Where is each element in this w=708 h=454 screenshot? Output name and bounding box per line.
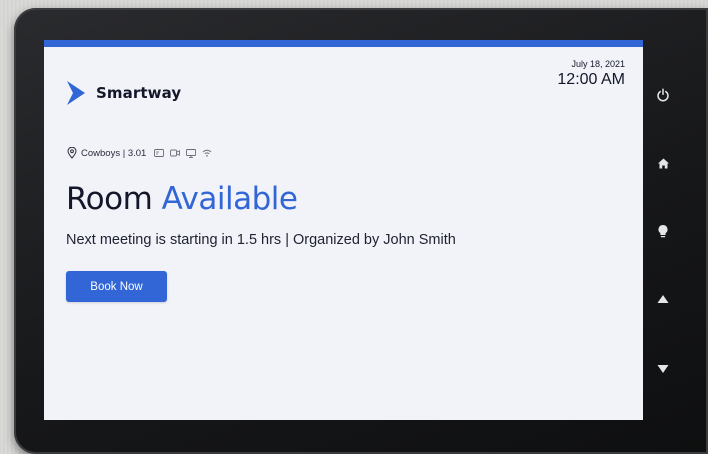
book-now-button[interactable]: Book Now (66, 271, 167, 302)
arrow-down-icon (657, 365, 669, 373)
current-date: July 18, 2021 (571, 59, 625, 69)
brand-name: Smartway (96, 84, 182, 102)
next-meeting-info: Next meeting is starting in 1.5 hrs | Or… (66, 232, 456, 248)
chevron-right-icon (67, 81, 85, 105)
video-camera-icon (170, 149, 181, 157)
accent-top-bar (44, 40, 643, 47)
home-button[interactable] (654, 154, 672, 172)
room-status-label: Available (161, 181, 298, 217)
room-title-prefix: Room (66, 181, 153, 217)
current-time: 12:00 AM (557, 71, 625, 88)
wifi-icon (203, 149, 212, 157)
id-card-icon (154, 149, 165, 157)
map-pin-icon (67, 147, 77, 159)
room-location: Cowboys | 3.01 (67, 147, 218, 159)
power-button[interactable] (654, 86, 672, 104)
monitor-icon (186, 148, 197, 158)
power-icon (657, 88, 669, 102)
lightbulb-icon (658, 224, 668, 237)
scroll-up-button[interactable] (654, 290, 672, 308)
arrow-up-icon (657, 295, 669, 303)
room-status-title: Room Available (66, 181, 298, 217)
light-button[interactable] (654, 222, 672, 240)
location-label: Cowboys | 3.01 (81, 147, 147, 159)
home-icon (657, 158, 669, 168)
brand: Smartway (65, 80, 181, 106)
scroll-down-button[interactable] (654, 360, 672, 378)
room-display-screen: Smartway July 18, 2021 12:00 AM Cowboys … (44, 40, 643, 420)
